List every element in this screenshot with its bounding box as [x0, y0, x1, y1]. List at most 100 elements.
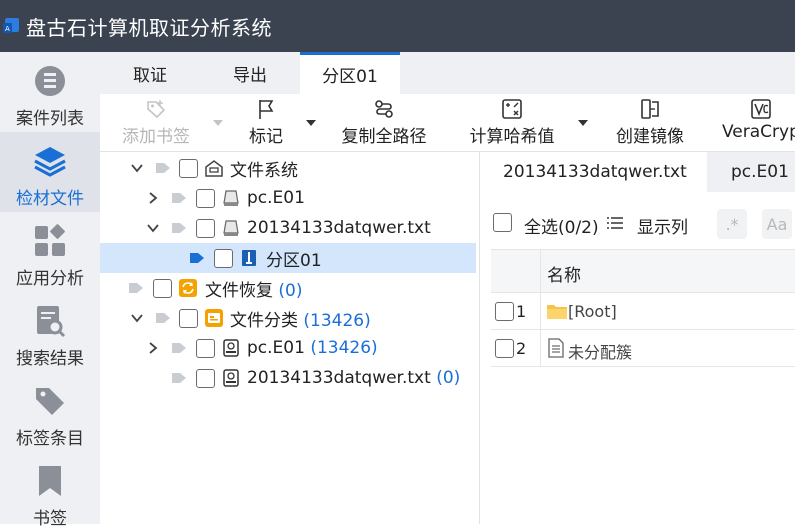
sidebar: 案件列表 检材文件 应用分析 搜索结果 标签条目 书签	[0, 52, 100, 529]
tree-checkbox[interactable]	[179, 308, 198, 328]
veracrypt-button[interactable]: VeraCrypt	[722, 98, 795, 148]
row-checkbox[interactable]	[495, 339, 514, 358]
chevron-down-icon[interactable]	[130, 311, 144, 325]
list-toolbar: 全选(0/2) 显示列 .* Aa	[481, 204, 795, 244]
tree-node-label: 文件系统	[230, 160, 298, 181]
filesystem-icon	[204, 158, 224, 178]
tool-label: 创建镜像	[616, 127, 684, 147]
apps-icon	[35, 224, 65, 256]
hard-disk-icon	[221, 368, 241, 388]
select-all-label[interactable]: 全选(0/2)	[524, 213, 599, 238]
row-number: 1	[516, 302, 527, 321]
tree-node-txt-evidence[interactable]: 20134133datqwer.txt	[100, 213, 476, 243]
search-result-icon	[37, 306, 66, 338]
file-tab-bar: 20134133datqwer.txt pc.E01	[481, 152, 795, 192]
tab-partition01[interactable]: 分区01	[300, 52, 400, 94]
column-list-icon[interactable]	[607, 215, 623, 235]
chevron-right-icon[interactable]	[146, 191, 160, 205]
chevron-right-icon[interactable]	[146, 341, 160, 355]
tree-node-label: 20134133datqwer.txt (0)	[247, 368, 461, 388]
sidebar-item-evidence-files[interactable]: 检材文件	[0, 132, 100, 212]
compute-hash-dropdown-icon[interactable]	[578, 120, 588, 126]
drive-icon	[221, 218, 241, 238]
partition-icon	[239, 248, 259, 268]
node-count: (13426)	[303, 310, 371, 331]
tree-checkbox[interactable]	[179, 158, 198, 178]
tree-node-category-pc-e01[interactable]: pc.E01 (13426)	[100, 333, 476, 363]
tree-node-partition01[interactable]: 分区01	[100, 243, 476, 273]
table-row[interactable]: 1 [Root]	[491, 293, 795, 330]
show-columns-button[interactable]: 显示列	[637, 213, 688, 238]
add-tag-icon	[145, 98, 167, 120]
file-tab-pc-e01[interactable]: pc.E01	[731, 152, 795, 192]
tag-marker-icon	[172, 193, 186, 203]
tree-node-pc-e01[interactable]: pc.E01	[100, 183, 476, 213]
table-row[interactable]: 2 未分配簇	[491, 330, 795, 367]
tag-marker-icon	[172, 343, 186, 353]
sidebar-item-tag-entries[interactable]: 标签条目	[0, 372, 100, 452]
tab-label: 分区01	[322, 67, 378, 87]
tree-node-filesystem[interactable]: 文件系统	[100, 153, 476, 183]
sidebar-item-search-results[interactable]: 搜索结果	[0, 292, 100, 372]
tree-checkbox[interactable]	[196, 188, 215, 208]
svg-text:A: A	[5, 25, 10, 33]
tree-checkbox[interactable]	[214, 248, 233, 268]
sidebar-item-label: 搜索结果	[16, 349, 84, 369]
chevron-down-icon[interactable]	[130, 161, 144, 175]
tab-forensics[interactable]: 取证	[100, 52, 200, 94]
file-list-pane: 20134133datqwer.txt pc.E01 全选(0/2) 显示列 .…	[481, 152, 795, 524]
row-checkbox[interactable]	[495, 302, 514, 321]
tree-node-label: 文件恢复 (0)	[205, 280, 303, 301]
sidebar-item-bookmarks[interactable]: 书签	[0, 452, 100, 532]
add-bookmark-button[interactable]: 添加书签	[116, 98, 196, 148]
sidebar-item-app-analysis[interactable]: 应用分析	[0, 212, 100, 292]
tree-node-label: 分区01	[266, 250, 322, 271]
file-tab-txt[interactable]: 20134133datqwer.txt	[481, 152, 707, 192]
match-case-button[interactable]: Aa	[762, 209, 792, 239]
tool-label: 添加书签	[122, 127, 190, 147]
column-header-name[interactable]: 名称	[547, 261, 581, 286]
evidence-tree: 文件系统 pc.E01 20134133datqwer.txt 分区01 文件恢…	[100, 152, 480, 524]
document-icon	[546, 338, 566, 362]
sidebar-item-label: 检材文件	[16, 189, 84, 209]
tree-checkbox[interactable]	[196, 368, 215, 388]
tree-node-label: 文件分类 (13426)	[230, 310, 371, 331]
row-name: [Root]	[568, 302, 617, 321]
tag-marker-icon	[129, 283, 143, 293]
title-bar: A 盘古石计算机取证分析系统	[0, 0, 795, 52]
copy-full-path-button[interactable]: 复制全路径	[336, 98, 432, 148]
add-bookmark-dropdown-icon[interactable]	[213, 120, 223, 126]
tree-node-category-txt[interactable]: 20134133datqwer.txt (0)	[100, 363, 476, 393]
create-image-button[interactable]: 创建镜像	[610, 98, 690, 148]
tool-label: 计算哈希值	[469, 127, 555, 147]
tool-label: 复制全路径	[341, 127, 427, 147]
row-name: 未分配簇	[568, 343, 633, 362]
folder-icon	[546, 301, 568, 325]
category-icon	[204, 308, 224, 328]
select-all-checkbox[interactable]	[493, 213, 512, 232]
file-tab-label: 20134133datqwer.txt	[503, 162, 687, 182]
tag-marker-icon	[190, 253, 204, 263]
sidebar-item-case-list[interactable]: 案件列表	[0, 52, 100, 132]
node-count: (0)	[278, 280, 303, 301]
chevron-down-icon[interactable]	[146, 221, 160, 235]
table-header: 名称	[491, 249, 795, 293]
mark-button[interactable]: 标记	[240, 98, 292, 148]
tree-node-file-recovery[interactable]: 文件恢复 (0)	[100, 273, 476, 303]
regex-toggle-button[interactable]: .*	[717, 209, 747, 239]
tree-checkbox[interactable]	[196, 218, 215, 238]
column-divider	[540, 330, 541, 366]
tag-marker-icon	[172, 223, 186, 233]
tree-checkbox[interactable]	[153, 278, 172, 298]
toolbar: 添加书签 标记 复制全路径 计算哈希值 创建镜像 VeraCrypt	[100, 94, 795, 152]
sidebar-item-label: 标签条目	[16, 429, 84, 449]
mark-dropdown-icon[interactable]	[306, 120, 316, 126]
tab-export[interactable]: 导出	[200, 52, 300, 94]
tool-label: VeraCrypt	[722, 122, 795, 142]
tab-label: 取证	[133, 65, 167, 86]
tree-node-label: pc.E01	[247, 188, 305, 208]
tree-node-file-category[interactable]: 文件分类 (13426)	[100, 303, 476, 333]
app-logo-icon: A	[3, 17, 21, 35]
compute-hash-button[interactable]: 计算哈希值	[464, 98, 560, 148]
tree-checkbox[interactable]	[196, 338, 215, 358]
